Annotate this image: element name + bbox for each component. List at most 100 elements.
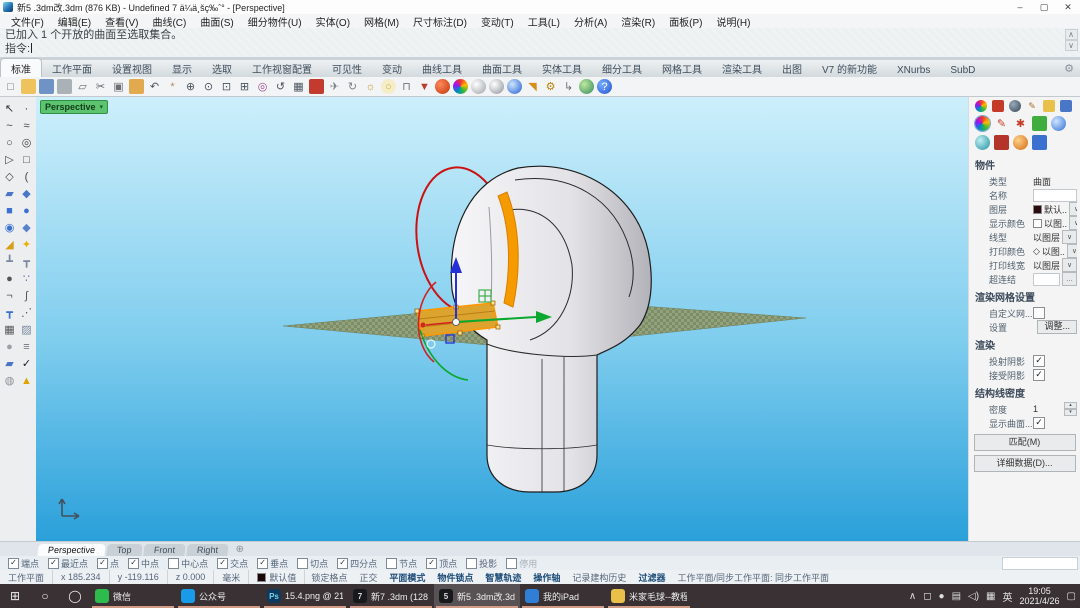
zoom-extents-icon[interactable]: ⊞ <box>237 79 252 94</box>
menu-item[interactable]: 编辑(E) <box>51 14 98 29</box>
hatch-icon[interactable]: ▨ <box>19 322 34 337</box>
osnap-checkbox[interactable]: ✓ <box>8 558 19 569</box>
current-layer-button[interactable]: 默认值 <box>249 570 305 584</box>
page-orange-ball-icon[interactable] <box>1013 135 1028 150</box>
cortana-button[interactable]: ◯ <box>60 584 90 608</box>
library-tab-icon[interactable] <box>1043 100 1055 112</box>
taskbar-app-mijia-folder[interactable]: 米家毛球--教程截图 <box>606 584 692 608</box>
toolbar-tab[interactable]: 出图 <box>772 59 812 77</box>
osnap-toggle[interactable]: ✓端点 <box>8 557 39 570</box>
display-shaded-icon[interactable] <box>453 79 468 94</box>
osnap-checkbox[interactable] <box>297 558 308 569</box>
help-icon[interactable]: ? <box>597 79 612 94</box>
toolbar-tab[interactable]: 变动 <box>372 59 412 77</box>
menu-item[interactable]: 曲线(C) <box>145 14 193 29</box>
panel-checkbox[interactable] <box>1033 307 1045 319</box>
menu-item[interactable]: 说明(H) <box>710 14 758 29</box>
command-prompt-line[interactable]: 指令: <box>0 42 1080 56</box>
viewport-tab[interactable]: Right <box>186 544 228 556</box>
rotate-view-icon[interactable]: ⊕ <box>183 79 198 94</box>
osnap-checkbox[interactable] <box>386 558 397 569</box>
minimize-button[interactable]: – <box>1008 1 1032 14</box>
curve-hook-2-icon[interactable]: ∫ <box>19 288 34 303</box>
page-cylinder-icon[interactable] <box>1032 135 1047 150</box>
tabbar-gear-icon[interactable]: ⚙ <box>1064 62 1074 75</box>
viewport-menu-caret-icon[interactable]: ▾ <box>100 103 104 111</box>
page-material-brush-icon[interactable]: ✎ <box>994 116 1009 131</box>
toolbar-tab[interactable]: 可见性 <box>322 59 372 77</box>
panel-big-button[interactable]: 匹配(M) <box>974 434 1076 451</box>
viewport-label[interactable]: Perspective ▾ <box>40 100 108 114</box>
history-link-icon[interactable]: ↳ <box>561 79 576 94</box>
lamp-icon[interactable]: ○ <box>381 79 396 94</box>
properties-tab-icon[interactable] <box>975 100 987 112</box>
columns-icon[interactable]: ≡ <box>19 339 34 354</box>
point-icon[interactable]: · <box>19 101 34 116</box>
tray-app-window-icon[interactable]: ◻ <box>923 591 931 602</box>
menu-item[interactable]: 网格(M) <box>357 14 406 29</box>
toolbar-tab[interactable]: 曲线工具 <box>412 59 472 77</box>
menu-item[interactable]: 曲面(S) <box>193 14 240 29</box>
menu-item[interactable]: 尺寸标注(D) <box>406 14 474 29</box>
viewport-canvas[interactable] <box>36 97 968 541</box>
status-toggle[interactable]: 操作轴 <box>527 571 566 584</box>
set-view-plane-icon[interactable]: ✈ <box>327 79 342 94</box>
molecule-icon[interactable]: ∵ <box>19 271 34 286</box>
new-viewport-tab-icon[interactable]: ⊕ <box>236 544 244 555</box>
render-tab-icon[interactable] <box>1009 100 1021 112</box>
gumball-origin[interactable] <box>453 319 460 326</box>
copy-icon[interactable]: ▣ <box>111 79 126 94</box>
tray-keyboard-icon[interactable]: ▦ <box>986 591 995 602</box>
solid-sphere-icon[interactable]: ● <box>19 203 34 218</box>
perspective-viewport[interactable]: Perspective ▾ <box>36 97 968 541</box>
layer-state-icon[interactable]: ▼ <box>417 79 432 94</box>
toolbar-tab[interactable]: 设置视图 <box>102 59 162 77</box>
toolbar-tab[interactable]: 选取 <box>202 59 242 77</box>
points-path-icon[interactable]: ⋰ <box>19 305 34 320</box>
panel-small-button[interactable]: 调整... <box>1037 320 1077 334</box>
print-icon[interactable] <box>57 79 72 94</box>
panel-checkbox[interactable]: ✓ <box>1033 417 1045 429</box>
spinner-buttons[interactable]: ▴▾ <box>1064 402 1077 416</box>
panel-input[interactable] <box>1033 189 1077 202</box>
surface-patch-icon[interactable]: ▰ <box>2 186 17 201</box>
taskbar-app-official-account[interactable]: 公众号 <box>176 584 262 608</box>
paste-icon[interactable] <box>129 79 144 94</box>
extrude-solid-icon[interactable]: ◉ <box>2 220 17 235</box>
t-pipe-icon[interactable]: ┳ <box>2 305 17 320</box>
gumball-x-handle[interactable] <box>421 323 426 328</box>
status-toggle[interactable]: 平面模式 <box>383 571 431 584</box>
sphere-gray-icon[interactable]: ● <box>2 339 17 354</box>
solid-tools-icon[interactable]: ◆ <box>19 220 34 235</box>
arc-icon[interactable]: ( <box>19 169 34 184</box>
taskbar-search-button[interactable]: ○ <box>30 584 60 608</box>
combo-dropdown-button[interactable]: ∨ <box>1069 202 1077 216</box>
lock-objects-icon[interactable]: ⊓ <box>399 79 414 94</box>
osnap-toggle[interactable]: ✓顶点 <box>426 557 457 570</box>
viewport-layout-icon[interactable]: ▦ <box>291 79 306 94</box>
input-language-indicator[interactable]: 英 <box>1003 589 1013 604</box>
pan-icon[interactable]: * <box>165 79 180 94</box>
page-dimension-sphere-icon[interactable] <box>1051 116 1066 131</box>
named-view-car-icon[interactable] <box>309 79 324 94</box>
taskbar-app-rhino-doc-7[interactable]: 7新7 .3dm (128 M... <box>348 584 434 608</box>
save-file-icon[interactable] <box>39 79 54 94</box>
taskbar-app-wechat[interactable]: 微信 <box>90 584 176 608</box>
tray-volume-icon[interactable]: ◁) <box>968 591 979 602</box>
menu-item[interactable]: 文件(F) <box>4 14 51 29</box>
menu-item[interactable]: 工具(L) <box>521 14 567 29</box>
taskbar-app-photoshop[interactable]: Ps15.4.png @ 214%... <box>262 584 348 608</box>
curve-hook-icon[interactable]: ¬ <box>2 288 17 303</box>
osnap-toggle[interactable]: 停用 <box>506 557 537 570</box>
freeform-curve-icon[interactable]: ~ <box>2 118 17 133</box>
page-brick-icon[interactable] <box>994 135 1009 150</box>
combo-dropdown-button[interactable]: ∨ <box>1062 230 1077 244</box>
panel-checkbox[interactable]: ✓ <box>1033 355 1045 367</box>
paint-tube-icon[interactable]: ▰ <box>2 356 17 371</box>
menu-item[interactable]: 变动(T) <box>474 14 521 29</box>
osnap-checkbox[interactable]: ✓ <box>217 558 228 569</box>
check-mark-icon[interactable]: ✓ <box>19 356 34 371</box>
page-object-icon[interactable] <box>975 116 990 131</box>
osnap-toggle[interactable]: 中心点 <box>168 557 208 570</box>
circle-icon[interactable]: ○ <box>2 135 17 150</box>
